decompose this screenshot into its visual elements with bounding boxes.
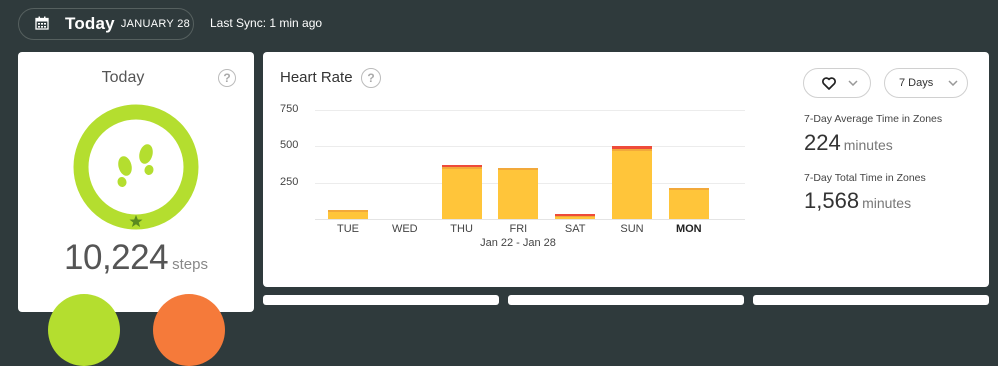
- avg-zones-value: 224 minutes: [804, 130, 893, 156]
- x-axis-baseline: [315, 219, 745, 220]
- y-tick-label: 750: [280, 103, 299, 115]
- gridline: [315, 146, 745, 148]
- x-tick-label: SUN: [620, 223, 644, 235]
- bar-mon[interactable]: [668, 187, 709, 219]
- help-icon[interactable]: ?: [218, 69, 236, 87]
- avg-zones-unit: minutes: [843, 137, 893, 153]
- metric-dropdown[interactable]: [803, 68, 871, 98]
- x-tick-label: MON: [675, 223, 702, 235]
- period-value: 7 Days: [899, 77, 934, 89]
- calendar-icon: [35, 16, 51, 32]
- chevron-down-icon: [848, 80, 858, 86]
- stat-circle-green[interactable]: [48, 294, 120, 366]
- x-tick-label: TUE: [337, 223, 359, 235]
- today-steps-card: Today ? 10,224 steps: [18, 52, 254, 366]
- bottom-card-3: [753, 295, 989, 305]
- bottom-card-2: [508, 295, 744, 305]
- total-zones-unit: minutes: [862, 195, 912, 211]
- y-tick-label: 500: [280, 139, 299, 152]
- help-icon[interactable]: ?: [361, 68, 381, 88]
- last-sync-status: Last Sync: 1 min ago: [210, 16, 323, 30]
- bar-fri[interactable]: [498, 168, 539, 219]
- date-selector[interactable]: Today JANUARY 28: [18, 8, 194, 40]
- x-tick-label: SAT: [564, 223, 586, 235]
- steps-count: 10,224 steps: [18, 238, 254, 278]
- x-tick-label: FRI: [509, 223, 528, 235]
- chevron-down-icon: [948, 80, 958, 86]
- bar-tue[interactable]: [328, 209, 368, 219]
- steps-progress-ring: [73, 104, 199, 230]
- stat-circle-orange[interactable]: [153, 294, 225, 366]
- bottom-card-1: [263, 295, 499, 305]
- total-zones-number: 1,568: [804, 188, 860, 213]
- steps-unit: steps: [172, 256, 208, 273]
- x-tick-label: WED: [391, 223, 418, 235]
- date-range-label: Jan 22 - Jan 28: [480, 237, 556, 249]
- bar-cap-sat: [555, 213, 596, 216]
- period-dropdown[interactable]: 7 Days: [884, 68, 968, 98]
- bar-thu[interactable]: [441, 167, 482, 219]
- y-tick-label: 250: [280, 175, 299, 188]
- steps-value: 10,224: [64, 238, 169, 277]
- total-zones-label: 7-Day Total Time in Zones: [804, 172, 926, 184]
- heart-rate-card: Heart Rate ? 750 500 250 TUE WED THU FRI SAT SUN…: [263, 52, 989, 287]
- x-tick-label: THU: [450, 223, 473, 235]
- card-title: Today: [101, 69, 145, 86]
- avg-zones-number: 224: [804, 130, 841, 155]
- bar-cap-sun: [612, 145, 652, 150]
- footprints-icon: [117, 144, 154, 187]
- gridline: [315, 110, 745, 111]
- heart-icon: [822, 76, 836, 90]
- avg-zones-label: 7-Day Average Time in Zones: [804, 113, 943, 125]
- bar-sun[interactable]: [612, 149, 652, 219]
- date-month: JANUARY 28: [120, 18, 191, 30]
- steps-goal-ring[interactable]: [73, 104, 199, 230]
- bar-cap-thu: [441, 165, 482, 168]
- card-title: Heart Rate: [280, 69, 353, 86]
- date-day: Today: [65, 14, 115, 33]
- total-zones-value: 1,568 minutes: [804, 188, 911, 214]
